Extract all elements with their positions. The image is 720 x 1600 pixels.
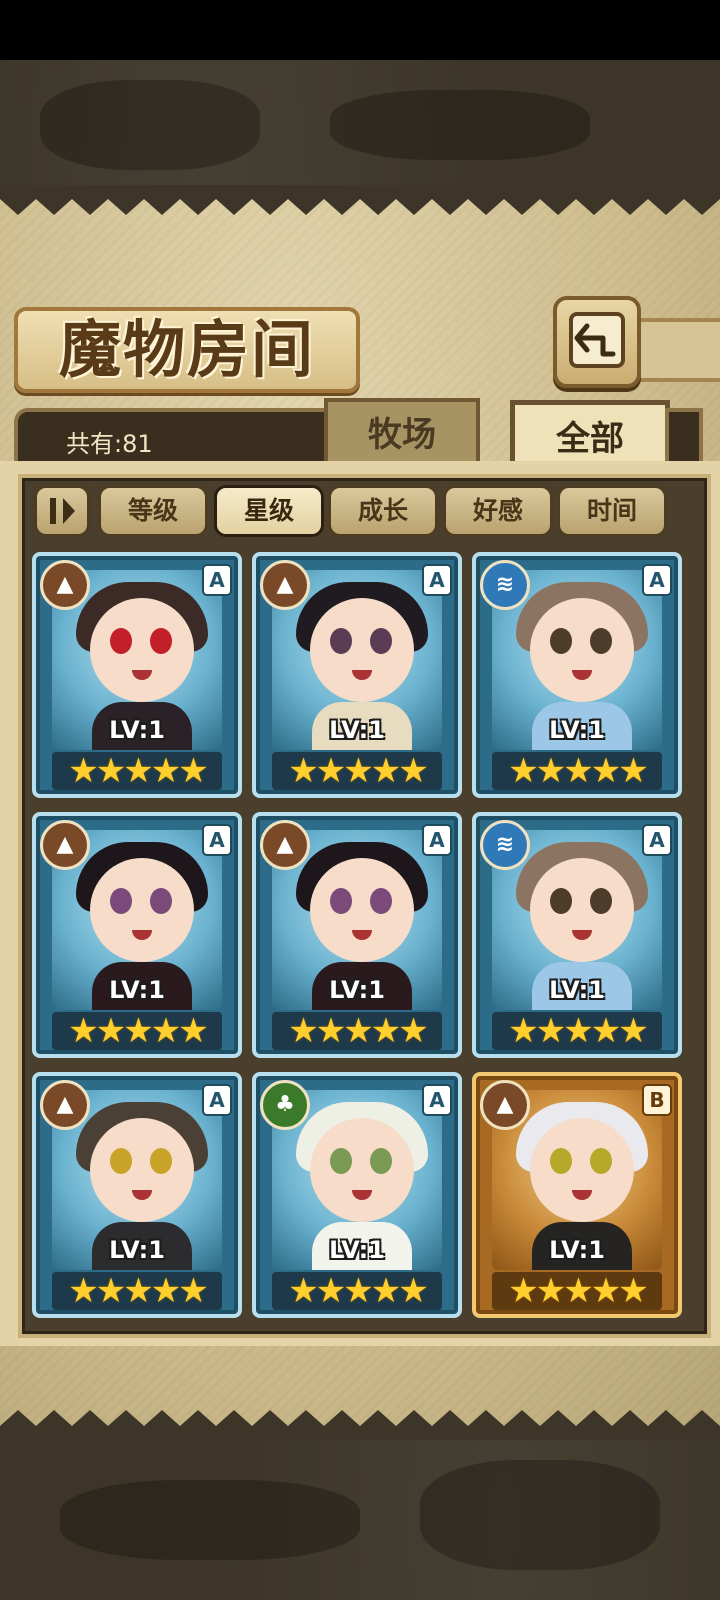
- sort-order-toggle[interactable]: [34, 485, 90, 537]
- leaf-element-icon: ♣: [260, 1080, 310, 1130]
- monster-grade-badge: A: [422, 564, 452, 596]
- monster-grade-badge: A: [202, 1084, 232, 1116]
- monster-grade-badge: A: [422, 824, 452, 856]
- portrait-face: [310, 858, 414, 962]
- portrait-eye: [370, 628, 392, 654]
- back-arrow-icon: [569, 312, 625, 368]
- portrait-eye: [550, 1148, 572, 1174]
- sort-by-level-button[interactable]: 等级: [98, 485, 208, 537]
- portrait-eye: [370, 1148, 392, 1174]
- monster-level: LV:1: [109, 976, 165, 1004]
- mountain-element-icon: ▲: [40, 820, 90, 870]
- monster-star-rating: ★★★★★: [272, 1012, 442, 1050]
- monster-level: LV:1: [109, 716, 165, 744]
- water-element-icon: ≋: [480, 820, 530, 870]
- sort-by-growth-button[interactable]: 成长: [328, 485, 438, 537]
- portrait-eye: [590, 1148, 612, 1174]
- monster-grade-badge: A: [202, 824, 232, 856]
- portrait-face: [310, 1118, 414, 1222]
- monster-star-rating: ★★★★★: [52, 1012, 222, 1050]
- monster-grade-badge: B: [642, 1084, 672, 1116]
- mountain-element-icon: ▲: [260, 560, 310, 610]
- water-element-icon: ≋: [480, 560, 530, 610]
- monster-card[interactable]: ♣ A LV:1 ★★★★★: [252, 1072, 462, 1318]
- portrait-face: [530, 1118, 634, 1222]
- monster-card[interactable]: ▲ A LV:1 ★★★★★: [252, 812, 462, 1058]
- portrait-eye: [110, 628, 132, 654]
- monster-card[interactable]: ≋ A LV:1 ★★★★★: [472, 552, 682, 798]
- portrait-face: [530, 858, 634, 962]
- monster-card[interactable]: ▲ A LV:1 ★★★★★: [32, 812, 242, 1058]
- monster-grade-badge: A: [422, 1084, 452, 1116]
- monster-star-rating: ★★★★★: [272, 1272, 442, 1310]
- monster-count-label: 共有:81: [66, 430, 153, 458]
- monster-star-rating: ★★★★★: [272, 752, 442, 790]
- portrait-eye: [110, 888, 132, 914]
- sort-by-stars-button[interactable]: 星级: [214, 485, 324, 537]
- sort-by-time-button[interactable]: 时间: [557, 485, 667, 537]
- portrait-eye: [550, 628, 572, 654]
- portrait-eye: [330, 888, 352, 914]
- monster-card[interactable]: ▲ A LV:1 ★★★★★: [252, 552, 462, 798]
- portrait-eye: [110, 1148, 132, 1174]
- panel-bottom-edge: [0, 1410, 720, 1440]
- status-bar: [0, 0, 720, 60]
- back-button[interactable]: [553, 296, 641, 388]
- portrait-eye: [590, 628, 612, 654]
- monster-star-rating: ★★★★★: [52, 1272, 222, 1310]
- portrait-face: [530, 598, 634, 702]
- monster-card[interactable]: ▲ A LV:1 ★★★★★: [32, 552, 242, 798]
- mountain-element-icon: ▲: [480, 1080, 530, 1130]
- portrait-eye: [550, 888, 572, 914]
- portrait-eye: [330, 628, 352, 654]
- monster-star-rating: ★★★★★: [52, 752, 222, 790]
- monster-level: LV:1: [549, 716, 605, 744]
- monster-level: LV:1: [329, 1236, 385, 1264]
- mountain-element-icon: ▲: [40, 560, 90, 610]
- mountain-element-icon: ▲: [260, 820, 310, 870]
- monster-star-rating: ★★★★★: [492, 752, 662, 790]
- monster-card[interactable]: ▲ B LV:1 ★★★★★: [472, 1072, 682, 1318]
- monster-card[interactable]: ▲ A LV:1 ★★★★★: [32, 1072, 242, 1318]
- portrait-eye: [150, 628, 172, 654]
- monster-grade-badge: A: [202, 564, 232, 596]
- portrait-face: [90, 598, 194, 702]
- monster-grade-badge: A: [642, 824, 672, 856]
- monster-level: LV:1: [549, 976, 605, 1004]
- monster-level: LV:1: [549, 1236, 605, 1264]
- panel-top-edge: [0, 185, 720, 215]
- monster-star-rating: ★★★★★: [492, 1012, 662, 1050]
- monster-card[interactable]: ≋ A LV:1 ★★★★★: [472, 812, 682, 1058]
- portrait-face: [90, 858, 194, 962]
- monster-star-rating: ★★★★★: [492, 1272, 662, 1310]
- monster-level: LV:1: [329, 976, 385, 1004]
- portrait-eye: [590, 888, 612, 914]
- back-button-rail: [630, 318, 720, 382]
- sort-order-icon: [50, 498, 75, 524]
- portrait-eye: [150, 1148, 172, 1174]
- sort-by-affection-button[interactable]: 好感: [443, 485, 553, 537]
- portrait-eye: [150, 888, 172, 914]
- monster-level: LV:1: [329, 716, 385, 744]
- portrait-eye: [330, 1148, 352, 1174]
- monster-grade-badge: A: [642, 564, 672, 596]
- monster-level: LV:1: [109, 1236, 165, 1264]
- page-title: 魔物房间: [58, 313, 315, 386]
- title-plaque: 魔物房间: [14, 307, 360, 393]
- mountain-element-icon: ▲: [40, 1080, 90, 1130]
- portrait-face: [310, 598, 414, 702]
- portrait-face: [90, 1118, 194, 1222]
- portrait-eye: [370, 888, 392, 914]
